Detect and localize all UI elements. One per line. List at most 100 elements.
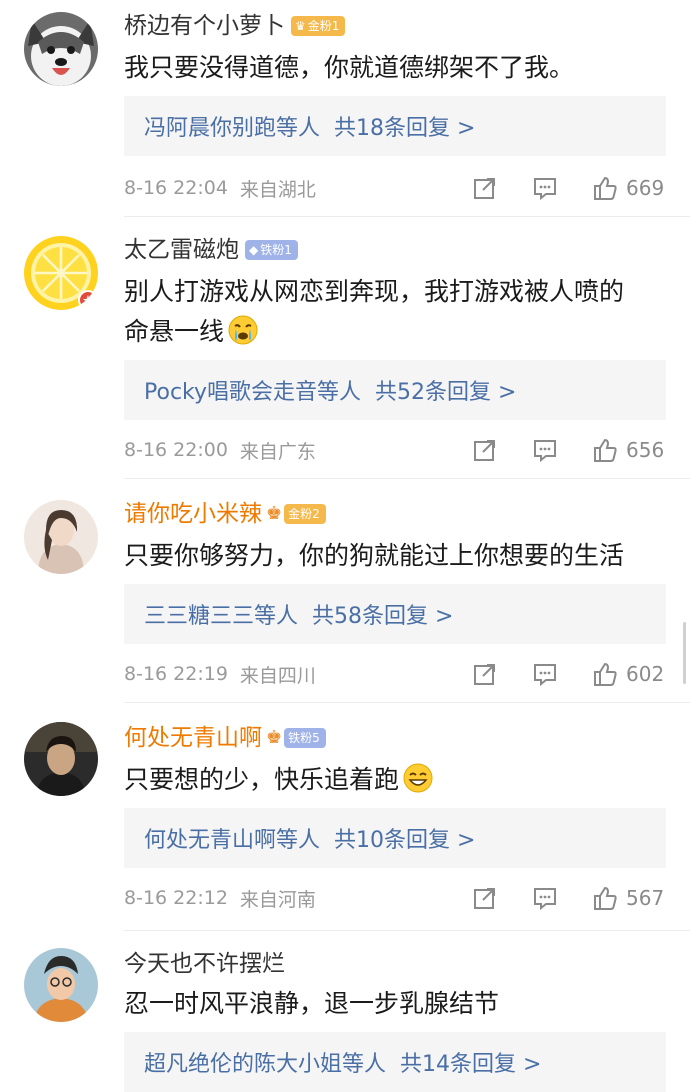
username[interactable]: 请你吃小米辣: [124, 499, 262, 529]
comment-text-line: 忍一时风平浪静，退一步乳腺结节: [124, 989, 500, 1018]
comment-header: 请你吃小米辣 ♚ 金粉2: [124, 498, 326, 530]
comment-header: 桥边有个小萝卜 ♛ 金粉1: [124, 10, 346, 42]
comment-header: 今天也不许摆烂: [124, 948, 285, 980]
like-count: 656: [626, 438, 665, 462]
thumbs-up-icon[interactable]: [592, 661, 618, 687]
comment-date: 8-16 22:00: [124, 439, 228, 461]
reply-count-link[interactable]: 共14条回复 >: [400, 1046, 541, 1078]
comment-location: 来自河南: [239, 888, 316, 911]
comment-text-line: 只要想的少，快乐追着跑: [124, 760, 670, 800]
avatar-lemon-image: [24, 236, 98, 310]
fan-badge: ♛ 金粉1: [291, 16, 346, 36]
reply-summary-box[interactable]: 三三糖三三等人 共58条回复 >: [124, 584, 666, 644]
reply-count-link[interactable]: 共58条回复 >: [312, 598, 453, 630]
comment-text: 我只要没得道德，你就道德绑架不了我。: [124, 48, 670, 88]
reply-summary-box[interactable]: 超凡绝伦的陈大小姐等人 共14条回复 >: [124, 1032, 666, 1092]
comment-actions: 567: [472, 882, 666, 914]
comment-text-line-content: 命悬一线: [124, 317, 225, 346]
badge-label: 金粉1: [307, 19, 340, 33]
comment-icon[interactable]: [532, 661, 558, 687]
comment-item: 今天也不许摆烂 忍一时风平浪静，退一步乳腺结节 超凡绝伦的陈大小姐等人 共14条…: [0, 938, 690, 1092]
comment-meta: 8-16 22:04 来自湖北 669: [124, 172, 666, 204]
reply-count-link[interactable]: 共10条回复 >: [334, 822, 475, 854]
comment-date: 8-16 22:12: [124, 887, 228, 909]
comment-location: 来自四川: [239, 664, 316, 687]
avatar[interactable]: [24, 722, 98, 796]
avatar-dog-image: [24, 12, 98, 86]
like-count: 602: [626, 662, 665, 686]
avatar[interactable]: [24, 500, 98, 574]
avatar[interactable]: [24, 236, 98, 310]
avatar[interactable]: [24, 12, 98, 86]
avatar[interactable]: [24, 948, 98, 1022]
comment-date: 8-16 22:04: [124, 177, 228, 199]
comment-meta: 8-16 22:12 来自河南 567: [124, 882, 666, 914]
comment-header: 太乙雷磁炮 ◆ 铁粉1: [124, 234, 298, 266]
comment-meta: 8-16 22:19 来自四川 602: [124, 658, 666, 690]
crying-emoji-icon: [227, 314, 259, 346]
reply-summary-box[interactable]: Pocky唱歌会走音等人 共52条回复 >: [124, 360, 666, 420]
avatar-portrait-image: [24, 722, 98, 796]
avatar-portrait-image: [24, 500, 98, 574]
reply-users-label: 超凡绝伦的陈大小姐等人: [144, 1052, 387, 1077]
comment-icon[interactable]: [532, 885, 558, 911]
like-count: 567: [626, 886, 665, 910]
reply-count-link[interactable]: 共52条回复 >: [375, 374, 516, 406]
comment-item: 请你吃小米辣 ♚ 金粉2 只要你够努力，你的狗就能过上你想要的生活 三三糖三三等…: [0, 488, 690, 703]
divider: [124, 478, 690, 479]
comment-text-line: 我只要没得道德，你就道德绑架不了我。: [124, 53, 575, 82]
share-icon[interactable]: [472, 661, 498, 687]
comment-header: 何处无青山啊 ♚ 铁粉5: [124, 722, 326, 754]
share-icon[interactable]: [472, 437, 498, 463]
username[interactable]: 今天也不许摆烂: [124, 949, 285, 979]
like-count: 669: [626, 176, 665, 200]
fan-badge: 金粉2: [284, 504, 326, 524]
comment-item: 太乙雷磁炮 ◆ 铁粉1 别人打游戏从网恋到奔现，我打游戏被人喷的 命悬一线 Po…: [0, 224, 690, 479]
comment-item: 桥边有个小萝卜 ♛ 金粉1 我只要没得道德，你就道德绑架不了我。 冯阿晨你别跑等…: [0, 0, 690, 217]
divider: [124, 216, 690, 217]
reply-users-label: 三三糖三三等人: [144, 604, 299, 629]
scrollbar[interactable]: [683, 622, 686, 684]
comment-text-line-content: 只要想的少，快乐追着跑: [124, 765, 400, 794]
comment-text: 只要你够努力，你的狗就能过上你想要的生活: [124, 536, 670, 576]
username[interactable]: 太乙雷磁炮: [124, 235, 239, 265]
thumbs-up-icon[interactable]: [592, 885, 618, 911]
reply-users-label: Pocky唱歌会走音等人: [144, 380, 362, 405]
avatar-portrait-image: [24, 948, 98, 1022]
reply-summary-box[interactable]: 何处无青山啊等人 共10条回复 >: [124, 808, 666, 868]
comment-actions: 669: [472, 172, 666, 204]
badge-label: 金粉2: [288, 507, 320, 521]
reply-users-label: 何处无青山啊等人: [144, 828, 321, 853]
reply-summary-box[interactable]: 冯阿晨你别跑等人 共18条回复 >: [124, 96, 666, 156]
badge-label: 铁粉5: [288, 731, 320, 745]
thumbs-up-icon[interactable]: [592, 437, 618, 463]
comment-actions: 656: [472, 434, 666, 466]
comment-text: 别人打游戏从网恋到奔现，我打游戏被人喷的 命悬一线: [124, 272, 670, 352]
comment-icon[interactable]: [532, 437, 558, 463]
divider: [124, 702, 690, 703]
reply-count-link[interactable]: 共18条回复 >: [334, 110, 475, 142]
share-icon[interactable]: [472, 885, 498, 911]
share-icon[interactable]: [472, 175, 498, 201]
comment-actions: 602: [472, 658, 666, 690]
comment-date: 8-16 22:19: [124, 663, 228, 685]
divider: [124, 930, 690, 931]
comment-icon[interactable]: [532, 175, 558, 201]
grinning-emoji-icon: [402, 762, 434, 794]
comment-text: 只要想的少，快乐追着跑: [124, 760, 670, 800]
comment-location: 来自广东: [239, 440, 316, 463]
comment-meta: 8-16 22:00 来自广东 656: [124, 434, 666, 466]
comment-text-line: 别人打游戏从网恋到奔现，我打游戏被人喷的: [124, 277, 625, 306]
username[interactable]: 桥边有个小萝卜: [124, 11, 285, 41]
diamond-icon: ◆: [249, 243, 259, 257]
thumbs-up-icon[interactable]: [592, 175, 618, 201]
comment-text-line: 命悬一线: [124, 312, 670, 352]
fan-badge: ◆ 铁粉1: [245, 240, 298, 260]
fan-badge: 铁粉5: [284, 728, 326, 748]
comment-text-line: 只要你够努力，你的狗就能过上你想要的生活: [124, 541, 625, 570]
crown-icon: ♚: [266, 727, 283, 748]
reply-users-label: 冯阿晨你别跑等人: [144, 116, 321, 141]
comment-location: 来自湖北: [239, 178, 316, 201]
comment-text: 忍一时风平浪静，退一步乳腺结节: [124, 984, 670, 1024]
username[interactable]: 何处无青山啊: [124, 723, 262, 753]
